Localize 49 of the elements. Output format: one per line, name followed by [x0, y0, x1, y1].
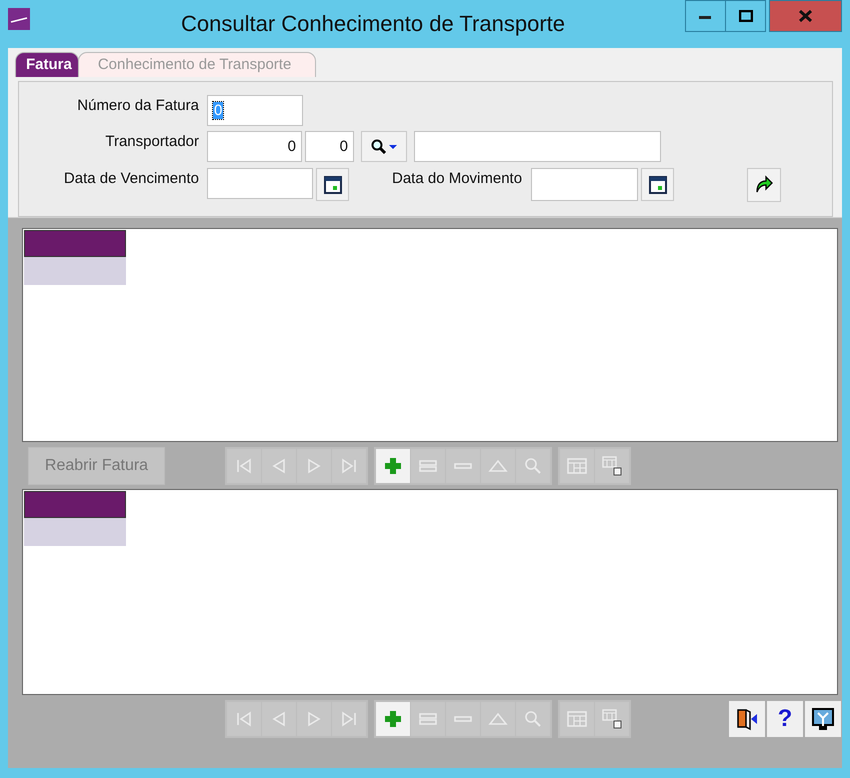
- maximize-icon: [738, 10, 752, 22]
- tab[interactable]: Fatura: [15, 52, 79, 77]
- close-icon: [798, 10, 812, 22]
- search-icon: [523, 708, 543, 728]
- settings-icon: [811, 706, 835, 730]
- search-button[interactable]: [361, 131, 407, 162]
- input-field[interactable]: [207, 168, 313, 199]
- search-icon: [371, 139, 386, 154]
- field-label: Data de Vencimento: [62, 169, 199, 187]
- field-label: Data do Movimento: [392, 169, 522, 187]
- settings-button[interactable]: [805, 700, 841, 736]
- plus-icon: [383, 456, 403, 476]
- help-button[interactable]: ?: [767, 700, 803, 736]
- grid-export-icon: [602, 708, 622, 728]
- grid-row[interactable]: [24, 257, 126, 285]
- input-field[interactable]: [414, 131, 661, 162]
- window-title: Consultar Conhecimento de Transporte: [180, 11, 566, 37]
- input-field[interactable]: 0: [207, 131, 302, 162]
- input-field[interactable]: 0: [305, 131, 354, 162]
- grid-row[interactable]: [24, 518, 126, 546]
- minus-icon: [454, 716, 472, 722]
- field-label: Transportador: [104, 132, 199, 150]
- last-record-icon: [339, 708, 359, 728]
- calendar-icon: [324, 176, 342, 194]
- calendar-button[interactable]: [316, 168, 349, 201]
- caret-icon: [389, 144, 397, 148]
- calendar-button[interactable]: [641, 168, 674, 201]
- minimize-button[interactable]: [685, 0, 726, 32]
- minus-icon: [454, 462, 472, 468]
- last-record-icon: [339, 456, 359, 476]
- grid-icon: [567, 456, 587, 476]
- maximize-button[interactable]: [725, 0, 766, 32]
- toolbar-button[interactable]: [376, 702, 410, 736]
- close-button[interactable]: [769, 0, 842, 32]
- plus-icon: [383, 708, 403, 728]
- toolbar-button[interactable]: [376, 448, 410, 482]
- execute-button[interactable]: [747, 168, 782, 202]
- exit-door-icon: [735, 706, 759, 730]
- grid-icon: [567, 708, 587, 728]
- grid-export-icon: [602, 456, 622, 476]
- exit-button[interactable]: [729, 700, 765, 736]
- input-field[interactable]: [531, 168, 638, 201]
- app-icon: [8, 8, 30, 30]
- redo-arrow-icon: [754, 175, 774, 195]
- first-record-icon: [234, 708, 254, 728]
- field-label: Número da Fatura: [76, 96, 199, 114]
- first-record-icon: [234, 456, 254, 476]
- search-icon: [523, 456, 543, 476]
- calendar-icon: [648, 176, 667, 194]
